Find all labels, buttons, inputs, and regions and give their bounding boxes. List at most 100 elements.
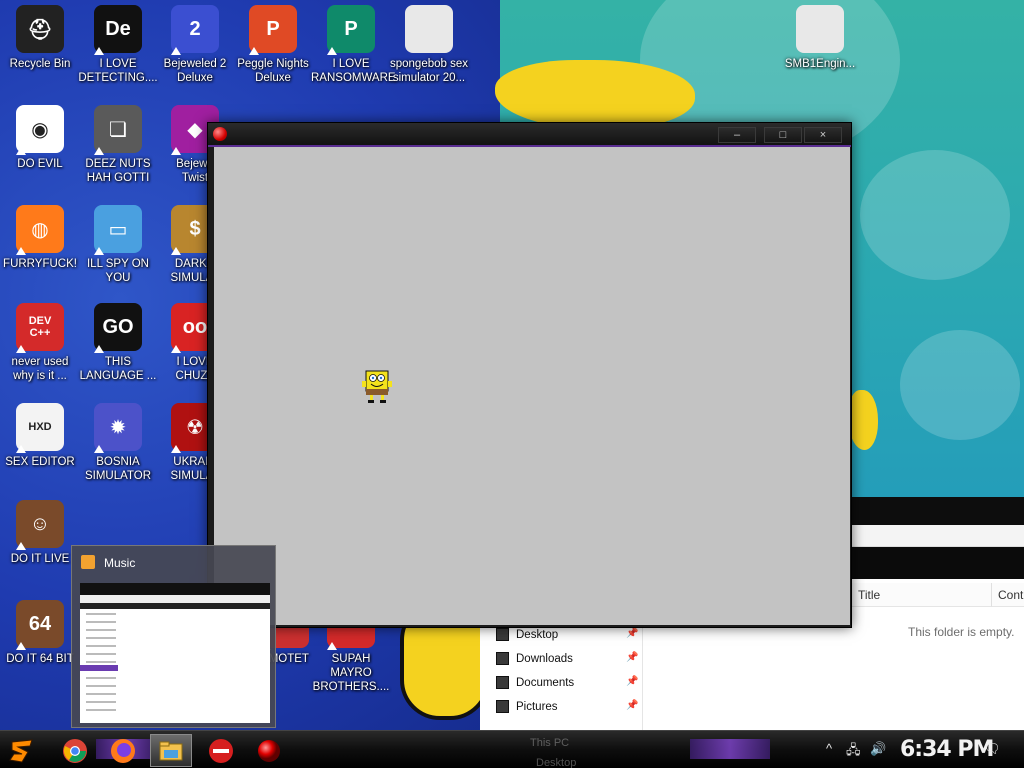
nav-item-label: Downloads bbox=[516, 653, 573, 665]
shortcut-arrow-icon bbox=[327, 47, 337, 55]
blank-file-icon bbox=[796, 5, 844, 53]
shortcut-arrow-icon bbox=[171, 47, 181, 55]
desktop-icon[interactable]: De I LOVE DETECTING.... bbox=[78, 5, 158, 85]
taskbar-chrome[interactable] bbox=[54, 734, 96, 767]
wallpaper-spongebob-edge bbox=[848, 390, 878, 450]
nav-item-downloads[interactable]: Downloads 📌 bbox=[496, 649, 638, 669]
minimize-button[interactable]: – bbox=[718, 127, 756, 143]
detect-it-easy-icon: De bbox=[94, 5, 142, 55]
desktop-icon-label: Peggle Nights Deluxe bbox=[237, 58, 309, 84]
thumbnail-window-preview[interactable] bbox=[80, 583, 270, 723]
desktop-icon[interactable]: ▭ ILL SPY ON YOU bbox=[78, 205, 158, 285]
shortcut-arrow-icon bbox=[16, 147, 26, 155]
taskbar-no-entry[interactable] bbox=[200, 734, 242, 767]
column-header-title[interactable]: Title bbox=[852, 583, 992, 607]
folder-icon bbox=[159, 741, 183, 760]
shortcut-arrow-icon bbox=[327, 642, 337, 650]
volume-icon[interactable]: 🔊 bbox=[870, 741, 886, 757]
peek-desktop: Desktop bbox=[536, 757, 577, 768]
taskbar-thumbnail-preview[interactable]: Music bbox=[71, 545, 276, 728]
thumbnail-title: Music bbox=[104, 556, 136, 570]
desktop-icon[interactable]: spongebob sex simulator 20... bbox=[389, 5, 469, 85]
taskbar-file-explorer[interactable] bbox=[150, 734, 192, 767]
desktop-icon-label: BOSNIA SIMULATOR bbox=[84, 456, 152, 482]
taskbar-firefox[interactable] bbox=[102, 734, 144, 767]
spongebob-sprite[interactable] bbox=[362, 369, 392, 403]
desktop-icon[interactable]: 2 Bejeweled 2 Deluxe bbox=[155, 5, 235, 85]
desktop-icon[interactable]: ✹ BOSNIA SIMULATOR bbox=[78, 403, 158, 483]
desktop-icon[interactable]: ⛑ Recycle Bin bbox=[0, 5, 80, 71]
desktop-icon-label: Bejeweled 2 Deluxe bbox=[163, 58, 227, 84]
no-entry-icon bbox=[209, 738, 233, 763]
chrome-icon: ◉ bbox=[16, 105, 64, 155]
desktop-icon-label: THIS LANGUAGE ... bbox=[79, 356, 157, 382]
desktop-icon[interactable]: SMB1Engin... bbox=[780, 5, 860, 71]
pin-icon: 📌 bbox=[626, 652, 639, 663]
taskbar: This PC Desktop ^ 🖧 🔊 6:34 PM 🗨 bbox=[0, 730, 1024, 768]
desktop-icon[interactable]: ☺ DO IT LIVE bbox=[0, 500, 80, 566]
nav-item-desktop[interactable]: Desktop 📌 bbox=[496, 625, 638, 645]
red-ball-icon bbox=[258, 739, 280, 762]
shortcut-arrow-icon bbox=[171, 445, 181, 453]
taskbar-red-ball[interactable] bbox=[248, 734, 290, 767]
nav-item-label: Desktop bbox=[516, 629, 559, 641]
peek-this-pc: This PC bbox=[530, 737, 570, 749]
downloads-folder-icon bbox=[496, 652, 509, 665]
network-icon[interactable]: 🖧 bbox=[846, 741, 861, 763]
tray-overflow-chevron[interactable]: ^ bbox=[826, 741, 832, 756]
pin-icon: 📌 bbox=[626, 628, 639, 639]
desktop-icon[interactable]: 64 DO IT 64 BIT bbox=[0, 600, 80, 666]
remote-desktop-icon: ▭ bbox=[94, 205, 142, 255]
shortcut-arrow-icon bbox=[94, 345, 104, 353]
notification-center-icon[interactable]: 🗨 bbox=[984, 741, 1001, 757]
peggle-icon: P bbox=[249, 5, 297, 55]
desktop-icon[interactable]: P I LOVE RANSOMWARE bbox=[311, 5, 396, 85]
column-header-contributing[interactable]: Contri bbox=[992, 583, 1024, 607]
desktop-icon-label: spongebob sex simulator 20... bbox=[389, 58, 468, 84]
firefox-icon bbox=[111, 738, 135, 763]
desktop-icon[interactable]: GO THIS LANGUAGE ... bbox=[78, 303, 158, 383]
nav-item-label: Documents bbox=[516, 677, 575, 689]
portrait-64-icon: 64 bbox=[16, 600, 64, 650]
shortcut-arrow-icon bbox=[16, 642, 26, 650]
shortcut-arrow-icon bbox=[94, 147, 104, 155]
chrome-icon bbox=[63, 738, 87, 763]
shortcut-arrow-icon bbox=[94, 445, 104, 453]
desktop-icon-label: DEEZ NUTS HAH GOTTI bbox=[85, 158, 151, 184]
desktop-icon[interactable]: ◍ FURRYFUCK! bbox=[0, 205, 80, 271]
desktop-icon[interactable]: P Peggle Nights Deluxe bbox=[233, 5, 313, 85]
desktop-icon[interactable]: DEV C++ never used why is it ... bbox=[0, 303, 80, 383]
nav-item-label: Pictures bbox=[516, 701, 558, 713]
nav-item-pictures[interactable]: Pictures 📌 bbox=[496, 697, 638, 717]
desktop-icon-label: DO IT LIVE bbox=[10, 553, 70, 565]
desktop-icon[interactable]: ◉ DO EVIL bbox=[0, 105, 80, 171]
start-button[interactable] bbox=[2, 734, 44, 767]
game-window-titlebar[interactable]: – □ × bbox=[208, 123, 851, 147]
close-button[interactable]: × bbox=[804, 127, 842, 143]
devcpp-icon: DEV C++ bbox=[16, 303, 64, 353]
desktop-icon-label: DO IT 64 BIT bbox=[6, 653, 74, 665]
blank-file-icon bbox=[405, 5, 453, 53]
taskbar-clock[interactable]: 6:34 PM bbox=[900, 737, 994, 762]
desktop-icon-label: FURRYFUCK! bbox=[3, 258, 77, 270]
nav-item-documents[interactable]: Documents 📌 bbox=[496, 673, 638, 693]
shortcut-arrow-icon bbox=[16, 247, 26, 255]
maximize-button[interactable]: □ bbox=[764, 127, 802, 143]
shortcut-arrow-icon bbox=[16, 542, 26, 550]
desktop-icon[interactable]: HXD SEX EDITOR bbox=[0, 403, 80, 469]
portrait-icon: ☺ bbox=[16, 500, 64, 550]
desktop-icon-label: ILL SPY ON YOU bbox=[86, 258, 149, 284]
red-ball-app-icon[interactable] bbox=[213, 127, 227, 141]
game-canvas[interactable] bbox=[214, 147, 850, 625]
desktop-icon-label: DO EVIL bbox=[17, 158, 63, 170]
wallpaper-bubble bbox=[900, 330, 1020, 440]
shortcut-arrow-icon bbox=[171, 247, 181, 255]
desktop-icon-label: SEX EDITOR bbox=[5, 456, 75, 468]
goland-icon: GO bbox=[94, 303, 142, 353]
desktop-icon[interactable]: ❏ DEEZ NUTS HAH GOTTI bbox=[78, 105, 158, 185]
taskbar-decoration bbox=[690, 739, 770, 759]
spiked-mine-icon: ✹ bbox=[94, 403, 142, 453]
game-window[interactable]: – □ × bbox=[207, 122, 852, 628]
bejeweled-2-icon: 2 bbox=[171, 5, 219, 55]
shortcut-arrow-icon bbox=[16, 445, 26, 453]
